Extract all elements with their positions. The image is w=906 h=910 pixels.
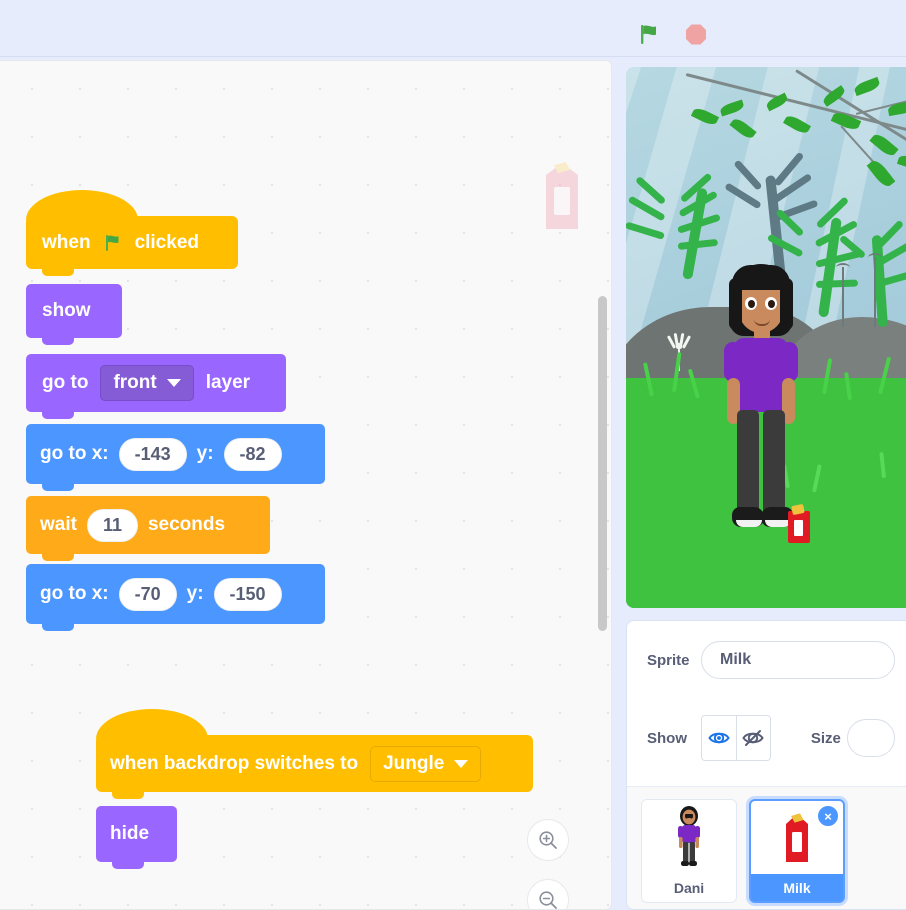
block-label-seconds: seconds <box>147 514 226 535</box>
hat-dome <box>96 709 208 739</box>
sprite-tile-milk[interactable]: × Milk <box>749 799 845 903</box>
green-flag-icon <box>101 231 125 255</box>
y-value-input[interactable]: -82 <box>223 437 282 471</box>
block-label-go-to: go to <box>42 372 89 393</box>
green-flag-icon <box>641 25 656 44</box>
block-when-flag-clicked[interactable]: when clicked <box>26 190 238 276</box>
block-go-to-xy-2[interactable]: go to x: -70 y: -150 <box>26 564 325 631</box>
block-label-when-backdrop: when backdrop switches to <box>110 752 359 774</box>
backdrop-dropdown-value: Jungle <box>383 752 445 774</box>
block-notch <box>112 790 144 799</box>
block-label-go-to-x: go to x: <box>40 443 109 464</box>
y-value-input[interactable]: -150 <box>213 577 282 611</box>
layer-dropdown[interactable]: front <box>100 365 194 401</box>
block-notch <box>42 622 74 631</box>
girl-sprite-thumb-icon <box>678 806 700 867</box>
block-notch <box>42 336 74 345</box>
block-label-clicked: clicked <box>134 231 199 253</box>
block-hide[interactable]: hide <box>96 806 177 869</box>
sprite-name-input[interactable]: Milk <box>701 641 895 679</box>
block-wait-seconds[interactable]: wait 11 seconds <box>26 496 270 561</box>
chevron-down-icon <box>166 379 181 387</box>
stop-sign-icon <box>686 24 706 45</box>
sprite-name-label: Sprite <box>647 651 690 669</box>
show-visible-button[interactable] <box>702 716 736 760</box>
block-notch <box>42 552 74 561</box>
block-label-wait: wait <box>40 514 77 535</box>
stop-button[interactable] <box>682 20 710 48</box>
chevron-down-icon <box>454 759 469 768</box>
canvas-vertical-scrollbar[interactable] <box>598 296 607 631</box>
show-toggle-group[interactable] <box>701 715 771 761</box>
x-value-input[interactable]: -143 <box>118 437 187 471</box>
sprite-milk-on-stage[interactable] <box>787 503 811 543</box>
milk-carton-watermark-icon <box>536 157 588 233</box>
block-notch <box>42 482 74 491</box>
zoom-in-button[interactable] <box>527 819 569 861</box>
block-label-show: show <box>42 300 91 321</box>
block-label-layer: layer <box>205 372 251 393</box>
sprite-info-panel: Sprite Milk Show Size Dani × Milk <box>626 620 906 910</box>
zoom-out-button[interactable] <box>527 879 569 909</box>
size-label: Size <box>810 729 841 747</box>
hat-dome <box>26 190 138 220</box>
block-notch <box>42 410 74 419</box>
size-input[interactable] <box>846 719 895 757</box>
sprite-name-row: Sprite Milk <box>627 621 906 699</box>
eye-icon <box>708 732 730 744</box>
block-when-backdrop-switches[interactable]: when backdrop switches to Jungle <box>96 709 533 799</box>
show-hidden-button[interactable] <box>735 716 770 760</box>
block-notch <box>112 860 144 869</box>
sprite-show-size-row: Show Size <box>627 699 906 777</box>
stage[interactable] <box>626 67 906 608</box>
sprite-tile-label: Dani <box>673 880 705 897</box>
block-notch <box>42 267 74 276</box>
sprite-tile-dani[interactable]: Dani <box>641 799 737 903</box>
block-label-hide: hide <box>110 823 150 844</box>
top-toolbar <box>0 0 906 57</box>
green-flag-button[interactable] <box>634 20 662 48</box>
block-label-y: y: <box>196 443 214 464</box>
block-label-when: when <box>42 231 91 253</box>
eye-slash-icon <box>742 730 764 746</box>
zoom-in-icon <box>539 831 557 849</box>
block-show[interactable]: show <box>26 284 122 345</box>
block-label-y: y: <box>186 583 204 604</box>
backdrop-dropdown[interactable]: Jungle <box>370 745 482 782</box>
sprite-tile-label: Milk <box>783 879 811 896</box>
show-label: Show <box>647 729 687 747</box>
sprite-list: Dani × Milk <box>627 787 906 909</box>
sprite-thumbnail <box>642 800 736 875</box>
block-go-to-layer[interactable]: go to front layer <box>26 354 286 419</box>
block-go-to-xy-1[interactable]: go to x: -143 y: -82 <box>26 424 325 491</box>
x-value-input[interactable]: -70 <box>118 577 177 611</box>
layer-dropdown-value: front <box>113 372 157 393</box>
delete-sprite-button[interactable]: × <box>817 805 839 827</box>
code-canvas[interactable]: when clicked show go to front layer go t… <box>0 60 612 910</box>
milk-carton-thumb-icon <box>786 812 808 862</box>
block-label-go-to-x: go to x: <box>40 583 109 604</box>
zoom-out-icon <box>539 891 557 909</box>
wait-duration-input[interactable]: 11 <box>86 508 138 542</box>
